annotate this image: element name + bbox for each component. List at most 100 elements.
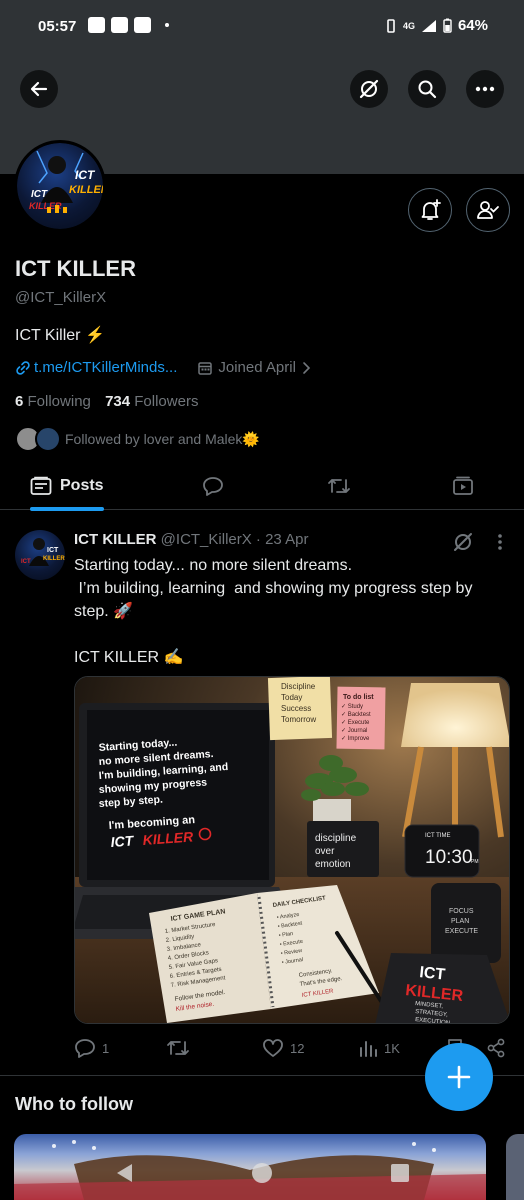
share-icon bbox=[487, 1038, 505, 1058]
followed-by[interactable]: Followed by lover and Malek🌞 bbox=[15, 426, 260, 452]
tweet-author-name[interactable]: ICT KILLER bbox=[74, 531, 157, 548]
discipline-card-line: emotion bbox=[315, 859, 351, 870]
following-stat[interactable]: 6 Following bbox=[15, 393, 91, 410]
sticky-pink-item: ✓ Improve bbox=[341, 736, 370, 742]
grok-icon bbox=[359, 79, 379, 99]
following-button[interactable] bbox=[466, 188, 510, 232]
profile-stats: 6 Following 734 Followers bbox=[15, 393, 198, 410]
book-title-line: ICT bbox=[419, 964, 447, 984]
tweet-avatar-artwork: ICT KILLER ICT bbox=[21, 538, 65, 566]
profile-avatar[interactable]: ICT KILLER ICT KILLER bbox=[14, 140, 106, 232]
tweet-image-scene: Starting today... no more silent dreams.… bbox=[75, 677, 509, 1023]
sticky-yellow-line: Tomorrow bbox=[281, 715, 316, 724]
svg-text:ICT: ICT bbox=[75, 168, 96, 182]
heart-icon bbox=[263, 1039, 283, 1057]
views-button[interactable]: 1K bbox=[358, 1038, 400, 1058]
retweet-button[interactable] bbox=[166, 1038, 196, 1058]
sticky-yellow-line: Success bbox=[281, 704, 311, 713]
bell-plus-icon bbox=[421, 199, 441, 220]
tab-media[interactable] bbox=[450, 462, 476, 510]
tweet-grok-button[interactable] bbox=[452, 531, 474, 553]
following-count: 6 bbox=[15, 393, 24, 410]
retweet-icon bbox=[328, 479, 350, 493]
tweet-header: ICT KILLER @ICT_KillerX · 23 Apr bbox=[74, 531, 308, 548]
status-bar: 05:57 4G 64% bbox=[0, 0, 524, 54]
grok-icon bbox=[454, 533, 472, 551]
vibrate-icon bbox=[387, 18, 395, 33]
mug-line: PLAN bbox=[451, 918, 469, 925]
tweet-image[interactable]: Starting today... no more silent dreams.… bbox=[74, 676, 510, 1024]
profile-bio: ICT Killer ⚡ bbox=[15, 327, 105, 344]
search-button[interactable] bbox=[408, 70, 446, 108]
profile-joined-text: Joined April bbox=[218, 359, 296, 376]
compose-button[interactable] bbox=[425, 1043, 493, 1111]
avatar-artwork: ICT KILLER ICT KILLER bbox=[29, 150, 103, 213]
plus-icon bbox=[447, 1065, 471, 1089]
network-label: 4G bbox=[402, 20, 415, 31]
tweet-author-handle[interactable]: @ICT_KillerX bbox=[161, 531, 252, 548]
tweet-more-button[interactable] bbox=[497, 533, 503, 551]
followed-by-text: Followed by lover and Malek🌞 bbox=[65, 430, 260, 447]
status-right: 4G 64% bbox=[385, 17, 488, 34]
tab-replies[interactable] bbox=[200, 462, 226, 510]
youtube-icon bbox=[111, 17, 128, 33]
reply-icon bbox=[75, 1039, 95, 1058]
v-app-icon bbox=[134, 17, 151, 33]
sticky-yellow-line: Discipline bbox=[281, 682, 316, 691]
tab-posts[interactable]: Posts bbox=[30, 462, 104, 511]
recents-nav-icon[interactable] bbox=[390, 1163, 410, 1183]
user-check-icon bbox=[477, 201, 499, 219]
discipline-card-line: discipline bbox=[315, 833, 357, 844]
tweet-date[interactable]: 23 Apr bbox=[265, 531, 308, 548]
system-nav-bar bbox=[0, 1148, 524, 1200]
who-to-follow-title: Who to follow bbox=[15, 1094, 133, 1114]
media-icon bbox=[453, 476, 473, 495]
sticky-yellow-line: Today bbox=[281, 693, 302, 702]
profile-joined[interactable]: Joined April bbox=[197, 359, 311, 376]
more-horizontal-icon bbox=[475, 86, 495, 92]
youtube-icon bbox=[88, 17, 105, 33]
like-count: 12 bbox=[290, 1040, 305, 1056]
sticky-pink-item: ✓ Execute bbox=[341, 720, 370, 726]
clock-label: ICT TIME bbox=[425, 833, 450, 839]
posts-icon bbox=[30, 476, 52, 495]
tab-reposts[interactable] bbox=[326, 462, 352, 510]
reply-button[interactable]: 1 bbox=[74, 1038, 109, 1058]
lamp-shade bbox=[401, 683, 509, 747]
profile-link-text: t.me/ICTKillerMinds... bbox=[34, 359, 178, 376]
battery-percent: 64% bbox=[457, 17, 488, 34]
home-nav-icon[interactable] bbox=[251, 1162, 273, 1184]
profile-handle: @ICT_KillerX bbox=[15, 289, 107, 306]
grok-button[interactable] bbox=[350, 70, 388, 108]
followers-count: 734 bbox=[105, 393, 131, 410]
sticky-pink-item: ✓ Study bbox=[341, 704, 363, 710]
clock-suffix: PM bbox=[471, 859, 479, 865]
sticky-pink-item: ✓ Journal bbox=[341, 728, 367, 734]
like-button[interactable]: 12 bbox=[262, 1038, 304, 1058]
more-notifications-dot bbox=[165, 23, 169, 27]
svg-text:ICT: ICT bbox=[21, 559, 31, 565]
chevron-right-icon bbox=[303, 361, 311, 374]
retweet-icon bbox=[167, 1041, 189, 1055]
followers-label: Followers bbox=[134, 393, 199, 410]
arrow-left-icon bbox=[30, 81, 48, 97]
signal-icon bbox=[421, 19, 436, 32]
clock-time: 10:30 bbox=[425, 847, 473, 868]
profile-name: ICT KILLER bbox=[15, 256, 136, 281]
tweet-separator: · bbox=[255, 531, 261, 548]
notifications-subscribe-button[interactable] bbox=[408, 188, 452, 232]
tweet-text: Starting today... no more silent dreams.… bbox=[74, 557, 473, 666]
laptop-brand: ICT bbox=[110, 832, 135, 850]
share-button[interactable] bbox=[486, 1038, 506, 1058]
follower-avatar bbox=[35, 426, 61, 452]
followers-stat[interactable]: 734 Followers bbox=[105, 393, 198, 410]
mug-line: EXECUTE bbox=[445, 928, 478, 935]
tab-posts-label: Posts bbox=[60, 477, 104, 494]
tweet-author-avatar[interactable]: ICT KILLER ICT bbox=[15, 530, 65, 580]
back-nav-icon[interactable] bbox=[114, 1162, 134, 1184]
calendar-icon bbox=[198, 361, 213, 375]
more-button[interactable] bbox=[466, 70, 504, 108]
back-button[interactable] bbox=[20, 70, 58, 108]
views-icon bbox=[360, 1041, 377, 1057]
profile-link[interactable]: t.me/ICTKillerMinds... bbox=[15, 359, 177, 376]
